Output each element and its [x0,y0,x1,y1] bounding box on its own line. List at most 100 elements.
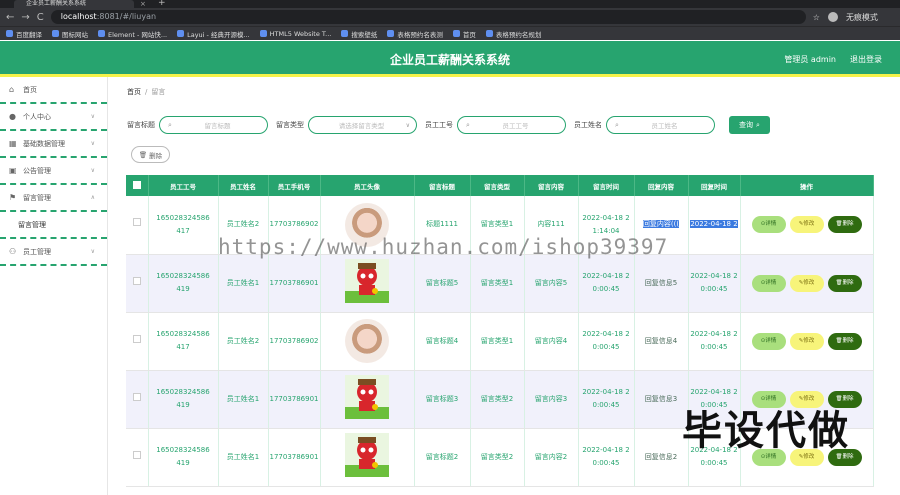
edit-button[interactable]: ✎ 修改 [789,332,824,350]
sidebar-item-message[interactable]: ⚑ 留言管理 ∧ [0,185,107,212]
row-checkbox[interactable] [132,392,141,401]
browser-toolbar: ← → C localhost:8081/#/liuyan ☆ 无痕模式 [0,8,900,26]
cell-type: 留言类型2 [470,370,525,429]
cell-avatar [320,254,415,313]
row-checkbox-cell[interactable] [126,370,149,429]
bookmark-icon [259,30,267,37]
sidebar-item-base-data[interactable]: ▦ 基础数据管理 ∨ [0,131,107,158]
chevron-down-icon: ∨ [90,140,95,147]
logout-link[interactable]: 退出登录 [850,54,882,65]
app-title: 企业员工薪酬关系系统 [389,53,510,67]
sidebar-item-staff[interactable]: ⚇ 员工管理 ∨ [0,239,107,266]
new-tab-icon[interactable]: + [158,0,166,8]
no-filter-label: 员工工号 [425,121,453,129]
name-filter-label: 员工姓名 [574,121,602,129]
edit-button[interactable]: ✎ 修改 [789,216,824,234]
delete-button[interactable]: 🗑 删除 [827,332,862,350]
edit-button[interactable]: ✎ 修改 [789,274,824,292]
notice-icon: ▣ [9,165,17,175]
cell-avatar [320,370,415,429]
cell-title: 留言标题5 [414,254,471,313]
flag-icon: ⚑ [9,192,17,202]
cell-no: 165028324586 417 [148,312,219,371]
cell-phone: 17703786901 [268,254,321,313]
avatar [345,432,389,477]
detail-button[interactable]: ⊙ 详情 [751,216,786,234]
breadcrumb: 首页 / 留言 [127,87,165,97]
detail-button[interactable]: ⊙ 详情 [751,274,786,292]
cell-time: 2022-04-18 2 0:00:45 [578,312,635,371]
bookmark-item[interactable]: HTML5 Website T... [259,30,331,38]
delete-button[interactable]: 🗑 删除 [827,274,862,292]
cell-no: 165028324586 419 [148,254,219,313]
bookmark-icon [98,30,105,37]
table-header-row: 员工工号 员工姓名 员工手机号 员工头像 留言标题 留言类型 留言内容 留言时间… [126,175,874,196]
delete-button[interactable]: 🗑 删除 [827,216,862,234]
bookmark-icon [387,30,395,37]
row-checkbox-cell[interactable] [126,428,149,487]
bookmark-item[interactable]: 搜索壁纸 [341,29,377,39]
batch-delete-button[interactable]: 🗑 删除 [131,146,170,163]
cell-time: 2022-04-18 2 0:00:45 [578,370,635,429]
header-checkbox[interactable] [126,175,149,196]
bookmark-icon [52,30,59,37]
cell-reply: 回复信息4 [634,312,689,371]
cell-avatar [320,312,415,371]
cell-type: 留言类型2 [470,428,525,487]
sidebar-item-home[interactable]: ⌂ 首页 [0,77,107,104]
row-checkbox[interactable] [132,218,141,227]
bookmark-item[interactable]: 表格预约名表测 [387,29,443,39]
watermark-text: 毕设代做 [682,408,850,454]
star-icon[interactable]: ☆ [813,13,820,22]
cell-no: 165028324586 419 [148,370,219,429]
detail-button[interactable]: ⊙ 详情 [751,332,786,350]
type-filter-label: 留言类型 [276,121,304,129]
column-header: 员工手机号 [268,175,321,196]
profile-label[interactable]: 无痕模式 [846,12,878,23]
bookmark-item[interactable]: Layui - 经典开源模... [177,29,250,39]
row-checkbox-cell[interactable] [126,254,149,313]
cell-time: 2022-04-18 2 0:00:45 [578,254,635,313]
no-filter-input[interactable]: ⌕ 员工工号 [457,116,566,134]
cell-no: 165028324586 417 [148,196,219,255]
cell-actions: ⊙ 详情 ✎ 修改 🗑 删除 [740,312,874,371]
name-filter-input[interactable]: ⌕ 员工姓名 [606,116,715,134]
cell-reply-time: 2022-04-18 2 0:00:45 [688,254,741,313]
breadcrumb-home[interactable]: 首页 [127,88,141,96]
row-checkbox[interactable] [132,450,141,459]
forward-icon[interactable]: → [21,12,29,23]
bookmark-item[interactable]: 百度翻译 [6,29,42,39]
table-row: 165028324586 417 员工姓名2 17703786902 留言标题4 留言类型… [126,312,874,371]
type-filter-select[interactable]: 请选择留言类型 ∨ [308,116,417,134]
user-icon: ● [9,111,16,121]
tab-close-icon[interactable]: × [140,0,146,8]
search-button[interactable]: 查询 ⌕ [729,116,770,134]
browser-tab[interactable]: 企业员工薪酬关系系统 [14,0,134,8]
row-checkbox[interactable] [132,276,141,285]
avatar [345,374,389,419]
bookmark-item[interactable]: Element - 网站快... [98,29,167,39]
column-header: 员工头像 [320,175,415,196]
row-checkbox-cell[interactable] [126,312,149,371]
cell-title: 留言标题4 [414,312,471,371]
sidebar-item-notice[interactable]: ▣ 公告管理 ∨ [0,158,107,185]
chevron-down-icon: ∨ [90,248,95,255]
search-icon: ⌕ [615,120,619,129]
row-checkbox-cell[interactable] [126,196,149,255]
row-checkbox[interactable] [132,334,141,343]
bookmark-item[interactable]: 表格预约名规划 [485,29,541,39]
sidebar-subitem-message[interactable]: 留言管理 [0,212,107,239]
reload-icon[interactable]: C [37,12,44,23]
title-filter-input[interactable]: ⌕ 留言标题 [159,116,268,134]
chevron-up-icon: ∧ [90,194,95,201]
profile-avatar[interactable] [827,12,838,22]
bookmark-item[interactable]: 首页 [452,29,476,39]
back-icon[interactable]: ← [6,12,14,23]
bookmark-item[interactable]: 图标网站 [52,29,88,39]
sidebar-item-profile[interactable]: ● 个人中心 ∨ [0,104,107,131]
address-bar[interactable]: localhost:8081/#/liuyan [50,10,806,24]
column-header: 留言时间 [578,175,635,196]
cell-type: 留言类型1 [470,312,525,371]
cell-type: 留言类型1 [470,254,525,313]
column-header: 操作 [740,175,874,196]
